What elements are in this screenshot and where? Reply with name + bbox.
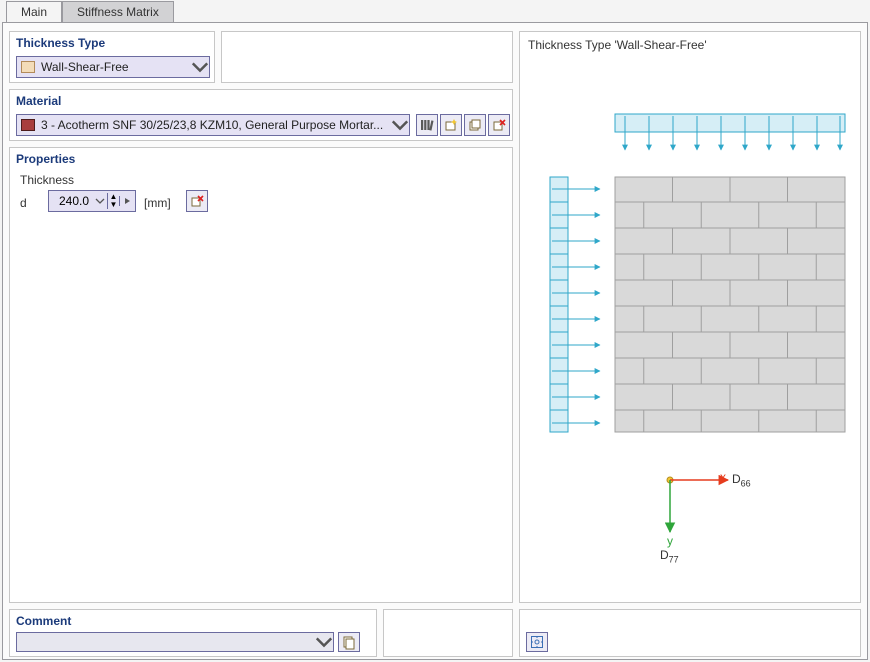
delete-icon — [491, 117, 507, 133]
chevron-down-icon — [191, 57, 209, 77]
chevron-down-icon — [391, 115, 409, 135]
material-new-button[interactable] — [440, 114, 462, 136]
material-select[interactable]: 3 - Acotherm SNF 30/25/23,8 KZM10, Gener… — [16, 114, 410, 136]
group-properties: Properties Thickness d 240.0 ▲ ▼ [mm] — [9, 147, 513, 603]
group-preview-tools — [519, 609, 861, 657]
group-title: Material — [16, 94, 61, 108]
tab-stiffness-matrix[interactable]: Stiffness Matrix — [62, 1, 174, 23]
chevron-down-icon — [93, 196, 107, 206]
thickness-type-swatch-icon — [21, 61, 35, 73]
preview-diagram — [520, 32, 862, 604]
pick-icon — [341, 634, 357, 650]
preview-d77-label: D77 — [660, 548, 679, 564]
preview-d66-label: D66 — [732, 472, 751, 488]
group-title: Thickness Type — [16, 36, 105, 50]
new-icon — [443, 117, 459, 133]
thickness-type-value: Wall-Shear-Free — [41, 60, 191, 74]
tab-bar: Main Stiffness Matrix — [6, 0, 174, 22]
group-preview: Thickness Type 'Wall-Shear-Free' — [519, 31, 861, 603]
delete-prop-icon — [189, 193, 205, 209]
group-comment-extra — [383, 609, 513, 657]
zoom-fit-button[interactable] — [526, 632, 548, 652]
preview-y-axis-label: y — [667, 534, 673, 548]
thickness-type-select[interactable]: Wall-Shear-Free — [16, 56, 210, 78]
comment-pick-button[interactable] — [338, 632, 360, 652]
chevron-down-icon — [315, 633, 333, 651]
comment-input[interactable] — [16, 632, 334, 652]
stepper[interactable]: ▲ ▼ — [107, 193, 119, 209]
material-duplicate-button[interactable] — [464, 114, 486, 136]
thickness-symbol: d — [20, 196, 27, 210]
group-empty — [221, 31, 513, 83]
thickness-value: 240.0 — [49, 194, 93, 208]
duplicate-icon — [467, 117, 483, 133]
thickness-unit: [mm] — [144, 196, 171, 210]
step-down-icon[interactable]: ▼ — [108, 201, 119, 209]
material-library-button[interactable] — [416, 114, 438, 136]
group-title: Properties — [16, 152, 75, 166]
group-material: Material 3 - Acotherm SNF 30/25/23,8 KZM… — [9, 89, 513, 141]
material-swatch-icon — [21, 119, 35, 131]
page-stiffness-matrix: Thickness Type Wall-Shear-Free Material … — [2, 22, 868, 660]
preview-x-axis-label: x — [720, 470, 726, 484]
library-icon — [419, 117, 435, 133]
group-comment: Comment — [9, 609, 377, 657]
thickness-value-input[interactable]: 240.0 ▲ ▼ — [48, 190, 136, 212]
material-delete-button[interactable] — [488, 114, 510, 136]
group-thickness-type: Thickness Type Wall-Shear-Free — [9, 31, 215, 83]
tab-main[interactable]: Main — [6, 1, 62, 23]
apply-right-icon[interactable] — [119, 196, 135, 206]
thickness-label: Thickness — [20, 173, 74, 187]
material-value: 3 - Acotherm SNF 30/25/23,8 KZM10, Gener… — [41, 118, 391, 132]
group-title: Comment — [16, 614, 71, 628]
zoom-fit-icon — [529, 634, 545, 650]
thickness-delete-button[interactable] — [186, 190, 208, 212]
